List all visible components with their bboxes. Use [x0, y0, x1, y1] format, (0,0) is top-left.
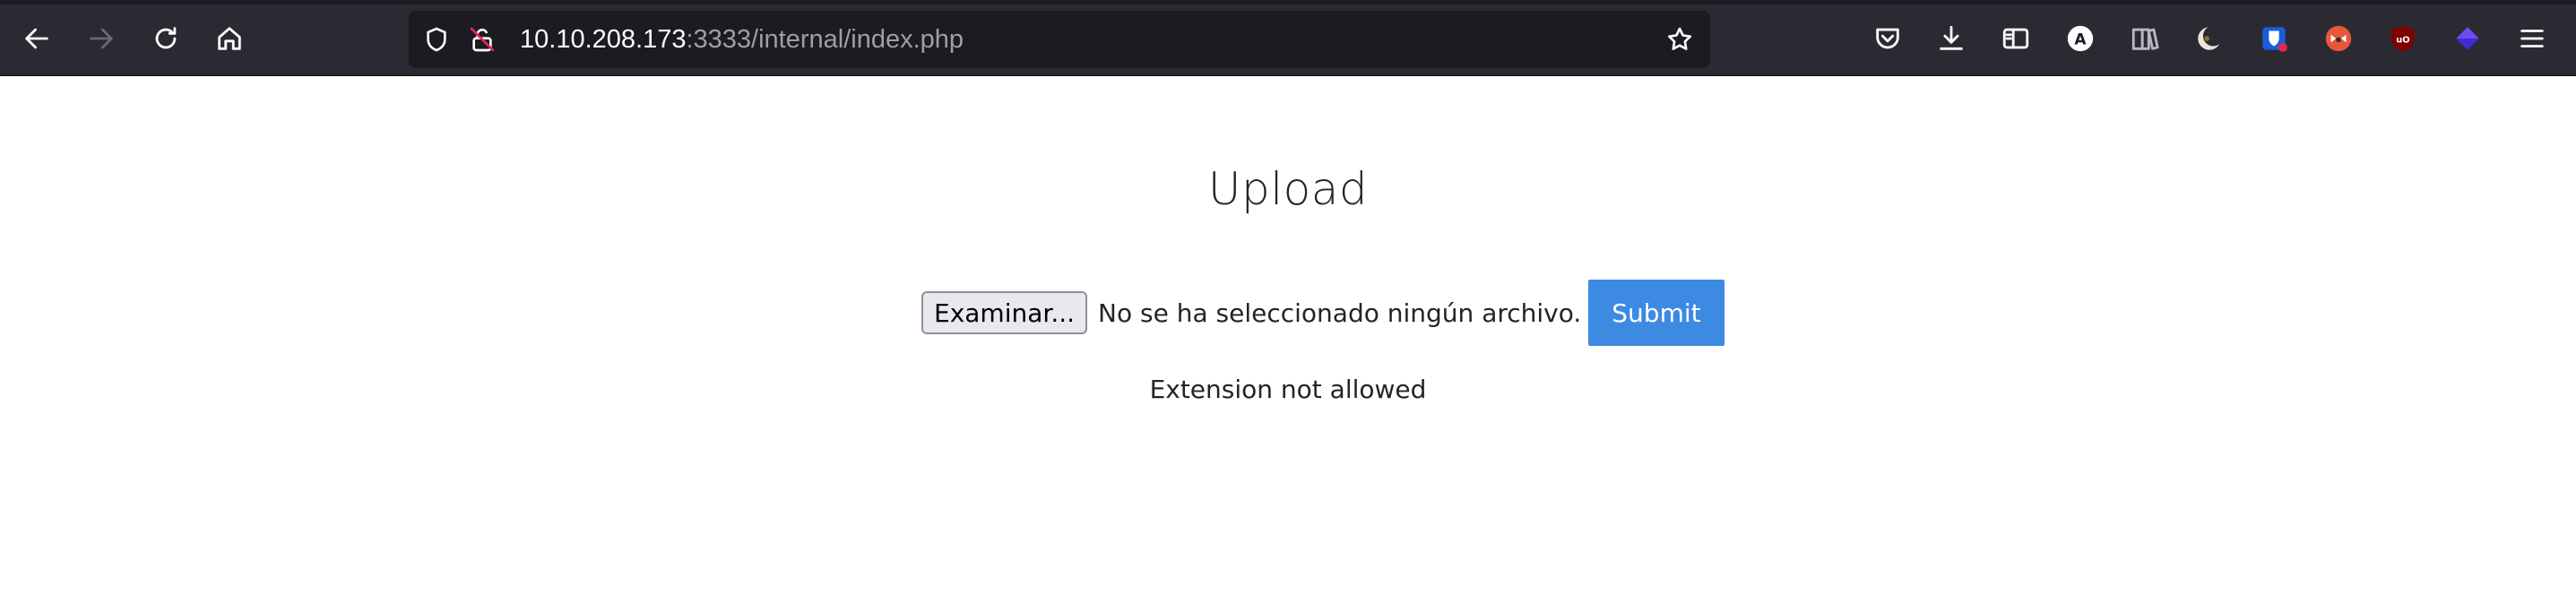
back-arrow-icon — [22, 23, 52, 58]
fox-extension-icon[interactable] — [2321, 21, 2356, 56]
pocket-icon[interactable] — [1870, 21, 1906, 56]
upload-form: Examinar... No se ha seleccionado ningún… — [921, 279, 1725, 347]
sidebar-icon[interactable] — [1998, 21, 2034, 56]
shield-icon[interactable] — [420, 23, 453, 56]
page-content: Upload Examinar... No se ha seleccionado… — [0, 77, 2576, 604]
url-host: 10.10.208.173 — [520, 25, 687, 54]
back-button[interactable] — [15, 19, 58, 62]
bitwarden-icon[interactable] — [2256, 21, 2292, 56]
file-browse-button[interactable]: Examinar... — [921, 291, 1088, 334]
dark-mode-moon-icon[interactable] — [2191, 21, 2227, 56]
reload-icon — [151, 23, 181, 58]
star-icon[interactable] — [1664, 23, 1696, 56]
insecure-lock-icon[interactable] — [466, 23, 498, 56]
svg-text:A: A — [2074, 30, 2087, 48]
file-selection-status: No se ha seleccionado ningún archivo. — [1098, 298, 1582, 328]
home-button[interactable] — [208, 19, 251, 62]
page-title: Upload — [1207, 163, 1369, 215]
browser-toolbar: 10.10.208.173:3333/internal/index.php A … — [0, 0, 2576, 76]
forward-arrow-icon — [86, 23, 117, 58]
upload-error-message: Extension not allowed — [1149, 375, 1427, 404]
extension-a-icon[interactable]: A — [2062, 21, 2098, 56]
hamburger-menu-icon[interactable] — [2514, 21, 2550, 56]
forward-button[interactable] — [80, 19, 123, 62]
address-bar[interactable]: 10.10.208.173:3333/internal/index.php — [409, 11, 1710, 68]
svg-text:uO: uO — [2396, 35, 2409, 45]
purple-diamond-extension-icon[interactable] — [2450, 21, 2485, 56]
url-path: :3333/internal/index.php — [686, 25, 964, 54]
reader-book-icon[interactable] — [2127, 21, 2163, 56]
url-text[interactable]: 10.10.208.173:3333/internal/index.php — [520, 11, 964, 68]
home-icon — [214, 23, 245, 58]
tab-strip-edge — [0, 0, 2576, 4]
ublock-origin-icon[interactable]: uO — [2385, 21, 2421, 56]
reload-button[interactable] — [144, 19, 187, 62]
submit-button[interactable]: Submit — [1588, 280, 1725, 346]
download-icon[interactable] — [1933, 21, 1969, 56]
